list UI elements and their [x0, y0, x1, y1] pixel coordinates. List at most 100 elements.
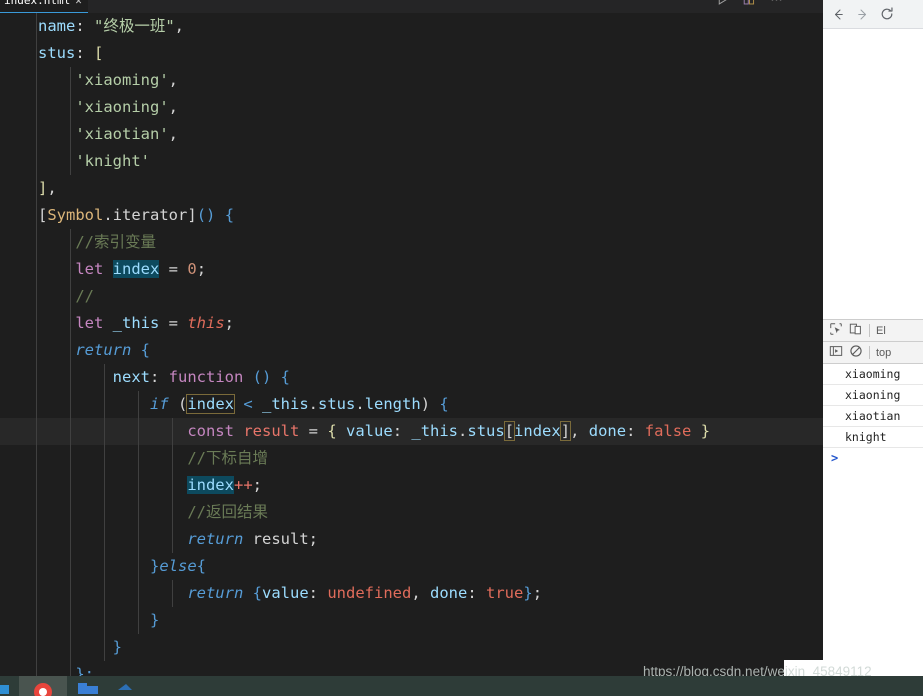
console-context-selector[interactable]: top	[876, 347, 891, 359]
console-line[interactable]: knight	[823, 427, 923, 448]
code-token: };	[75, 665, 94, 676]
code-line[interactable]: //索引变量	[0, 229, 823, 256]
indent-guide	[70, 121, 71, 148]
code-line[interactable]: index++;	[0, 472, 823, 499]
indent-guide	[138, 418, 139, 445]
code-line[interactable]: ],	[0, 175, 823, 202]
code-token: {	[140, 341, 151, 359]
indent-guide	[172, 445, 173, 472]
code-line[interactable]: next: function () {	[0, 364, 823, 391]
code-token: ,	[411, 584, 431, 602]
back-arrow-icon[interactable]	[831, 7, 846, 22]
console-line[interactable]: xiaoming	[823, 364, 923, 385]
more-actions-icon[interactable]	[770, 0, 783, 10]
indent-guide	[36, 337, 37, 364]
indent-guide	[36, 445, 37, 472]
code-token: else	[159, 557, 197, 575]
taskbar-item-folder[interactable]	[70, 676, 110, 696]
code-line[interactable]: [Symbol.iterator]() {	[0, 202, 823, 229]
taskbar-item-chrome[interactable]	[19, 676, 67, 696]
code-line[interactable]: let _this = this;	[0, 310, 823, 337]
code-line[interactable]: return {	[0, 337, 823, 364]
taskbar-item-vscode[interactable]	[112, 676, 140, 696]
code-token: //返回结果	[187, 503, 268, 521]
code-token: name	[38, 17, 76, 35]
indent-guide	[70, 634, 71, 661]
code-token: ]	[559, 421, 572, 441]
indent-guide	[70, 580, 71, 607]
code-token: ()	[252, 368, 272, 386]
indent-guide	[70, 148, 71, 175]
split-editor-icon[interactable]	[743, 0, 756, 10]
console-sidebar-icon[interactable]	[829, 344, 843, 361]
device-toolbar-icon[interactable]	[849, 322, 863, 339]
code-token: ()	[196, 206, 216, 224]
editor-tab[interactable]: index.html ✕	[0, 0, 88, 13]
console-line[interactable]: xiaotian	[823, 406, 923, 427]
page-viewport[interactable]	[823, 29, 923, 319]
indent-guide	[172, 472, 173, 499]
code-line[interactable]: }	[0, 607, 823, 634]
code-line[interactable]: //下标自增	[0, 445, 823, 472]
code-line[interactable]: }	[0, 634, 823, 661]
code-token: 'knight'	[75, 152, 150, 170]
code-token: .	[308, 395, 319, 413]
code-token: index	[187, 476, 234, 494]
forward-arrow-icon[interactable]	[855, 7, 870, 22]
code-line[interactable]: if (index < _this.stus.length) {	[0, 391, 823, 418]
indent-guide	[36, 175, 37, 202]
code-token: function	[168, 368, 244, 386]
indent-guide	[70, 391, 71, 418]
indent-guide	[70, 310, 71, 337]
code-line[interactable]: const result = { value: _this.stus[index…	[0, 418, 823, 445]
taskbar-app-icon[interactable]	[0, 676, 18, 696]
reload-icon[interactable]	[879, 6, 895, 22]
devtools-main-toolbar: El	[823, 320, 923, 342]
code-line[interactable]: 'knight'	[0, 148, 823, 175]
code-line[interactable]: }else{	[0, 553, 823, 580]
code-line[interactable]: 'xiaoning',	[0, 94, 823, 121]
code-line[interactable]: return result;	[0, 526, 823, 553]
run-play-icon[interactable]	[716, 0, 729, 10]
indent-guide	[70, 445, 71, 472]
indent-guide	[172, 499, 173, 526]
indent-guide	[70, 364, 71, 391]
code-line[interactable]: name: "终极一班",	[0, 13, 823, 40]
indent-guide	[36, 40, 37, 67]
indent-guide	[138, 445, 139, 472]
code-token: 'xiaoming'	[75, 71, 169, 89]
code-token: done	[588, 422, 627, 440]
code-line[interactable]: 'xiaotian',	[0, 121, 823, 148]
taskbar[interactable]	[0, 676, 923, 696]
indent-guide	[70, 337, 71, 364]
code-line[interactable]: stus: [	[0, 40, 823, 67]
console-line[interactable]: xiaoning	[823, 385, 923, 406]
indent-guide	[36, 229, 37, 256]
screen: index.html ✕ name: "终极一班", stus: [ 'xiaomi…	[0, 0, 923, 696]
code-token: undefined	[327, 584, 412, 602]
code-token: return	[187, 530, 244, 548]
code-line[interactable]: return {value: undefined, done: true};	[0, 580, 823, 607]
code-line[interactable]: 'xiaoming',	[0, 67, 823, 94]
close-icon[interactable]: ✕	[75, 0, 82, 7]
console-prompt[interactable]: >	[823, 448, 923, 469]
clear-console-icon[interactable]	[849, 344, 863, 361]
inspect-element-icon[interactable]	[829, 322, 843, 339]
indent-guide	[104, 418, 105, 445]
code-token: stus	[467, 422, 505, 440]
indent-guide	[36, 364, 37, 391]
devtools-panel-tab-elements[interactable]: El	[876, 325, 886, 337]
indent-guide	[104, 445, 105, 472]
code-line[interactable]: let index = 0;	[0, 256, 823, 283]
code-token: :	[75, 17, 94, 35]
code-content[interactable]: name: "终极一班", stus: [ 'xiaoming', 'xiaoni…	[0, 13, 823, 676]
code-line[interactable]: //返回结果	[0, 499, 823, 526]
code-line[interactable]: //	[0, 283, 823, 310]
